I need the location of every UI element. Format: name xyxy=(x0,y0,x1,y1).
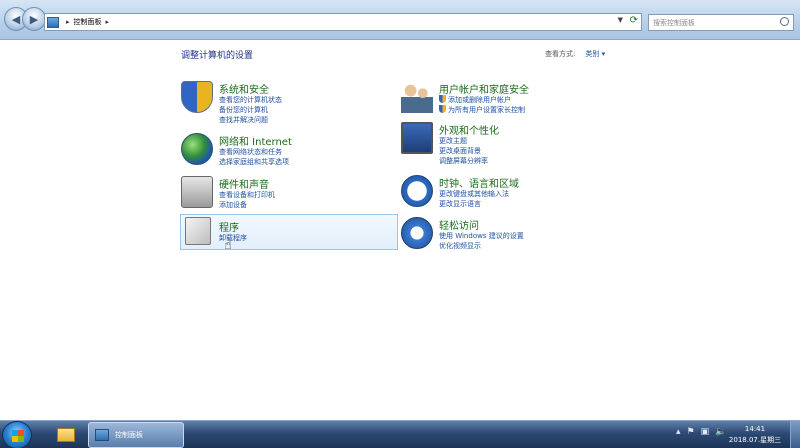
control-panel-icon xyxy=(47,16,59,28)
taskbar-explorer[interactable] xyxy=(52,423,80,447)
link-change-theme[interactable]: 更改主题 xyxy=(439,136,488,146)
view-by-label: 查看方式: xyxy=(545,50,576,58)
link-change-background[interactable]: 更改桌面背景 xyxy=(439,146,488,156)
network-globe-icon[interactable] xyxy=(181,133,213,165)
ease-of-access-icon[interactable] xyxy=(401,217,433,249)
category-clock-language[interactable]: 时钟、语言和区域 更改键盘或其他输入法 更改显示语言 xyxy=(401,175,617,209)
start-button[interactable] xyxy=(2,421,32,448)
category-ease-of-access[interactable]: 轻松访问 使用 Windows 建议的设置 优化视频显示 xyxy=(401,217,617,251)
link-parental-controls[interactable]: 为所有用户设置家长控制 xyxy=(439,105,525,115)
arrow-left-icon: ◀ xyxy=(11,12,21,26)
show-desktop-button[interactable] xyxy=(790,421,800,448)
category-heading[interactable]: 外观和个性化 xyxy=(439,122,499,137)
clock-time: 14:41 xyxy=(744,425,766,433)
taskbar: 控制面板 ▴ ⚑ ▣ 🔈 14:41 2018.07.星期三 xyxy=(0,420,800,448)
page-title: 调整计算机的设置 xyxy=(181,51,254,61)
folder-icon xyxy=(57,428,75,442)
link-network-status[interactable]: 查看网络状态和任务 xyxy=(219,147,289,157)
link-optimize-video[interactable]: 优化视频显示 xyxy=(439,241,524,251)
search-icon[interactable] xyxy=(780,17,789,26)
action-center-icon[interactable]: ⚑ xyxy=(687,427,695,437)
uac-shield-icon xyxy=(439,95,446,103)
hand-cursor-icon: ☝ xyxy=(224,238,232,253)
display-icon[interactable] xyxy=(401,122,433,154)
security-shield-icon[interactable] xyxy=(181,81,213,113)
link-change-input[interactable]: 更改键盘或其他输入法 xyxy=(439,189,509,199)
search-box[interactable]: 搜索控制面板 xyxy=(648,14,794,31)
clock-globe-icon[interactable] xyxy=(401,175,433,207)
category-system-security[interactable]: 系统和安全 查看您的计算机状态 备份您的计算机 查找并解决问题 xyxy=(181,81,397,124)
system-tray: ▴ ⚑ ▣ 🔈 xyxy=(676,427,726,437)
category-hardware-sound[interactable]: 硬件和声音 查看设备和打印机 添加设备 xyxy=(181,176,397,210)
category-heading[interactable]: 系统和安全 xyxy=(219,81,269,96)
refresh-icon[interactable]: ⟳ xyxy=(630,15,638,26)
chevron-up-icon[interactable]: ▴ xyxy=(676,427,681,437)
category-heading[interactable]: 用户帐户和家庭安全 xyxy=(439,81,529,96)
taskbar-control-panel[interactable]: 控制面板 xyxy=(88,422,184,448)
view-by-dropdown[interactable]: 类别 ▾ xyxy=(585,50,605,58)
printer-icon[interactable] xyxy=(181,176,213,208)
breadcrumb-control-panel[interactable]: 控制面板 xyxy=(74,17,102,27)
category-appearance[interactable]: 外观和个性化 更改主题 更改桌面背景 调整屏幕分辨率 xyxy=(401,122,617,165)
link-screen-resolution[interactable]: 调整屏幕分辨率 xyxy=(439,156,488,166)
uac-shield-icon xyxy=(439,105,446,113)
category-heading[interactable]: 硬件和声音 xyxy=(219,176,269,191)
taskbar-app-label: 控制面板 xyxy=(115,431,143,439)
category-heading[interactable]: 网络和 Internet xyxy=(219,133,292,148)
category-network-internet[interactable]: 网络和 Internet 查看网络状态和任务 选择家庭组和共享选项 xyxy=(181,133,397,167)
clock[interactable]: 14:41 2018.07.星期三 xyxy=(724,424,786,446)
breadcrumb-separator[interactable]: ▸ xyxy=(106,18,110,26)
category-heading[interactable]: 轻松访问 xyxy=(439,217,479,232)
forward-button[interactable]: ▶ xyxy=(22,7,46,31)
link-add-remove-users[interactable]: 添加或删除用户帐户 xyxy=(439,95,525,105)
network-icon[interactable]: ▣ xyxy=(701,427,710,437)
view-by: 查看方式: 类别 ▾ xyxy=(545,49,605,59)
category-user-accounts[interactable]: 用户帐户和家庭安全 添加或删除用户帐户 为所有用户设置家长控制 xyxy=(401,81,631,115)
chevron-down-icon[interactable]: ▼ xyxy=(618,16,623,24)
link-view-status[interactable]: 查看您的计算机状态 xyxy=(219,95,282,105)
link-add-device[interactable]: 添加设备 xyxy=(219,200,275,210)
breadcrumb-separator: ▸ xyxy=(66,18,70,26)
category-heading[interactable]: 时钟、语言和区域 xyxy=(439,175,519,190)
category-programs[interactable]: 程序 卸载程序 xyxy=(180,214,398,250)
windows-logo-icon xyxy=(12,430,24,442)
category-heading[interactable]: 程序 xyxy=(219,219,239,234)
address-bar[interactable]: ▸ 控制面板 ▸ ▼ ⟳ xyxy=(44,13,642,31)
users-icon[interactable] xyxy=(401,81,433,113)
link-devices-printers[interactable]: 查看设备和打印机 xyxy=(219,190,275,200)
control-panel-icon xyxy=(95,429,109,441)
clock-date: 2018.07.星期三 xyxy=(728,436,782,444)
link-troubleshoot[interactable]: 查找并解决问题 xyxy=(219,115,282,125)
search-input[interactable]: 搜索控制面板 xyxy=(653,18,695,28)
programs-icon[interactable] xyxy=(185,217,211,245)
link-windows-settings[interactable]: 使用 Windows 建议的设置 xyxy=(439,231,524,241)
link-backup[interactable]: 备份您的计算机 xyxy=(219,105,282,115)
link-homegroup[interactable]: 选择家庭组和共享选项 xyxy=(219,157,289,167)
link-display-language[interactable]: 更改显示语言 xyxy=(439,199,509,209)
window-titlebar: ◀ ▶ ▸ 控制面板 ▸ ▼ ⟳ 搜索控制面板 xyxy=(0,0,800,40)
arrow-right-icon: ▶ xyxy=(29,12,39,26)
control-panel-content: 调整计算机的设置 查看方式: 类别 ▾ 系统和安全 查看您的计算机状态 备份您的计… xyxy=(0,41,800,420)
